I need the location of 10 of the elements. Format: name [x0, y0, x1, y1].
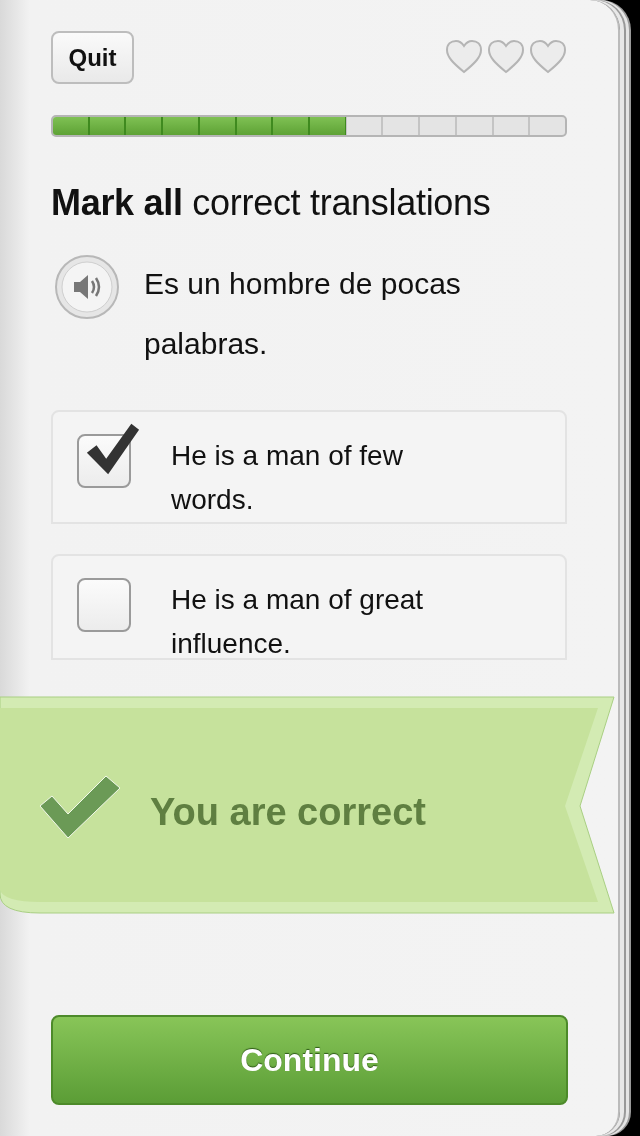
answer-option[interactable]: He is a man of few words.	[51, 410, 567, 525]
option-text: He is a man of great influence.	[171, 583, 425, 659]
answer-option[interactable]: He is a man of great influence.	[51, 554, 567, 661]
speaker-icon[interactable]	[54, 254, 120, 321]
quit-button[interactable]: Quit	[51, 31, 134, 84]
prompt-sentence: Es un hombre de pocas palabras.	[144, 267, 461, 361]
instruction-text: Mark all correct translations	[51, 181, 492, 225]
checkbox[interactable]	[77, 578, 131, 633]
option-text: He is a man of few words.	[171, 439, 404, 518]
feedback-message: You are correct	[150, 790, 426, 835]
